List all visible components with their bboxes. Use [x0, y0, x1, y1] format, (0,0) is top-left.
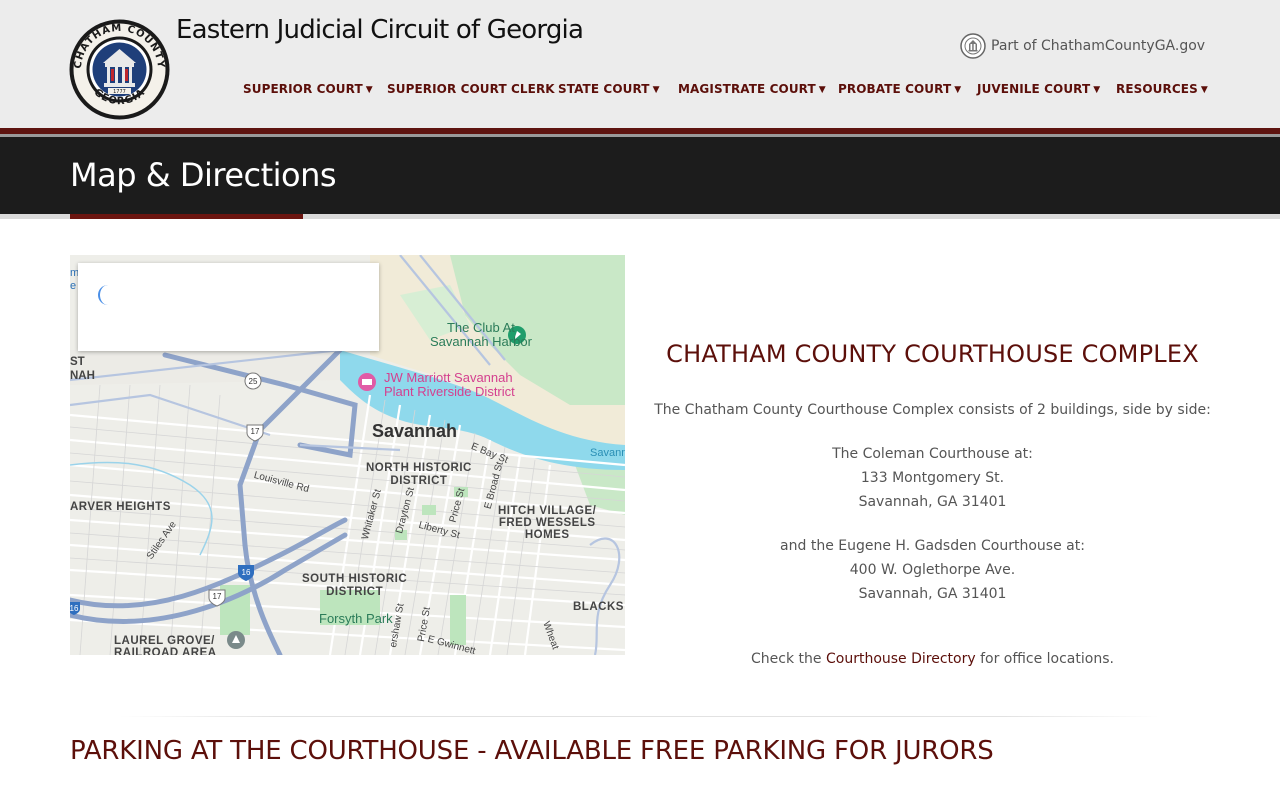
caret-down-icon: ▼	[954, 85, 962, 95]
gadsden-line-3: Savannah, GA 31401	[858, 586, 1007, 602]
caret-down-icon: ▼	[818, 85, 826, 95]
caret-down-icon: ▼	[1093, 85, 1101, 95]
coleman-line-3: Savannah, GA 31401	[858, 494, 1007, 510]
nav-resources[interactable]: RESOURCES ▼	[1116, 82, 1208, 96]
nav-label: STATE COURT	[558, 82, 650, 96]
map-label-laurel-grove: LAUREL GROVE/RAILROAD AREA	[114, 635, 217, 655]
map-label-forsyth-park: Forsyth Park	[319, 611, 393, 626]
page-banner: Map & Directions	[0, 137, 1280, 214]
map-label-north-historic: NORTH HISTORIC DISTRICT	[366, 462, 472, 487]
chatham-county-seal-logo[interactable]: 1777 CHATHAM COUNTY GEORGIA	[69, 19, 170, 120]
nav-state-court[interactable]: STATE COURT ▼	[558, 82, 660, 96]
coleman-line-1: The Coleman Courthouse at:	[832, 446, 1033, 462]
nav-superior-court[interactable]: SUPERIOR COURT ▼	[243, 82, 373, 96]
site-header: 1777 CHATHAM COUNTY GEORGIA Eastern Judi…	[0, 0, 1280, 128]
map-info-card[interactable]	[78, 263, 379, 351]
section-divider	[120, 716, 1160, 717]
part-of-text: Part of ChathamCountyGA.gov	[991, 38, 1206, 54]
nav-label: SUPERIOR COURT	[243, 82, 363, 96]
svg-text:16: 16	[242, 568, 251, 577]
svg-text:25: 25	[249, 377, 258, 386]
map-label-club: The Club At Savannah Harbor	[430, 320, 532, 349]
directory-note: Check the Courthouse Directory for offic…	[650, 647, 1215, 671]
caret-down-icon: ▼	[1200, 85, 1208, 95]
nav-label: JUVENILE COURT	[977, 82, 1091, 96]
svg-text:16: 16	[70, 604, 79, 613]
banner-title-accent	[70, 214, 303, 219]
county-seal-icon	[960, 33, 986, 59]
coleman-line-2: 133 Montgomery St.	[860, 470, 1005, 486]
coleman-address: The Coleman Courthouse at: 133 Montgomer…	[650, 442, 1215, 514]
nav-probate-court[interactable]: PROBATE COURT ▼	[838, 82, 961, 96]
map-label-hitch-village: HITCH VILLAGE/FRED WESSELS HOMES	[498, 505, 597, 541]
map-label-south-historic: SOUTH HISTORIC DISTRICT	[302, 573, 408, 598]
nav-magistrate-court[interactable]: MAGISTRATE COURT ▼	[678, 82, 826, 96]
main-nav: SUPERIOR COURT ▼ SUPERIOR COURT CLERK STA…	[0, 82, 1280, 100]
map-label-city: Savannah	[372, 421, 458, 441]
page-title: Map & Directions	[70, 156, 337, 194]
directory-note-prefix: Check the	[751, 651, 826, 667]
nav-label: MAGISTRATE COURT	[678, 82, 816, 96]
nav-superior-court-clerk[interactable]: SUPERIOR COURT CLERK	[387, 82, 555, 96]
gadsden-address: and the Eugene H. Gadsden Courthouse at:…	[650, 534, 1215, 606]
caret-down-icon: ▼	[365, 85, 373, 95]
map-label-edge: ST NAH	[70, 356, 95, 382]
directory-note-suffix: for office locations.	[975, 651, 1114, 667]
map-label-hotel: JW Marriott Savannah Plant Riverside Dist…	[384, 370, 515, 399]
caret-down-icon: ▼	[652, 85, 660, 95]
embedded-map[interactable]: 25 17 17 16 16 The Club At Savannah Harbo…	[70, 255, 625, 655]
loading-spinner-icon	[98, 285, 112, 305]
parking-heading: PARKING AT THE COURTHOUSE - AVAILABLE FR…	[70, 736, 994, 766]
map-label-river: Savann	[590, 447, 625, 459]
map-label-blacks: BLACKS	[573, 601, 624, 613]
complex-title: CHATHAM COUNTY COURTHOUSE COMPLEX	[666, 340, 1199, 368]
courthouse-complex-section: CHATHAM COUNTY COURTHOUSE COMPLEX The Ch…	[650, 340, 1215, 671]
svg-text:17: 17	[213, 592, 222, 601]
map-label-carver-heights: ARVER HEIGHTS	[70, 501, 171, 513]
part-of-county-link[interactable]: Part of ChathamCountyGA.gov	[960, 33, 1205, 59]
gadsden-line-2: 400 W. Oglethorpe Ave.	[849, 562, 1016, 578]
site-title[interactable]: Eastern Judicial Circuit of Georgia	[176, 15, 584, 45]
nav-juvenile-court[interactable]: JUVENILE COURT ▼	[977, 82, 1100, 96]
courthouse-directory-link[interactable]: Courthouse Directory	[826, 651, 976, 667]
nav-label: RESOURCES	[1116, 82, 1198, 96]
complex-intro: The Chatham County Courthouse Complex co…	[654, 402, 1211, 418]
nav-label: SUPERIOR COURT CLERK	[387, 82, 555, 96]
nav-label: PROBATE COURT	[838, 82, 952, 96]
gadsden-line-1: and the Eugene H. Gadsden Courthouse at:	[780, 538, 1085, 554]
svg-text:17: 17	[251, 427, 260, 436]
